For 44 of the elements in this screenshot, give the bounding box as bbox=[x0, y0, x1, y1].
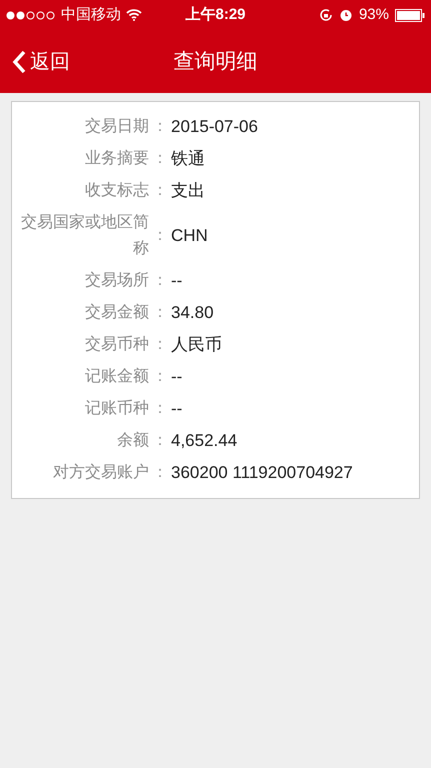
label-colon: ： bbox=[151, 226, 169, 246]
field-value: 铁通 bbox=[171, 148, 205, 170]
field-label: 记账币种 bbox=[84, 398, 149, 419]
battery-percentage: 93% bbox=[358, 4, 389, 25]
field-value: 支出 bbox=[171, 180, 205, 202]
label-colon: ： bbox=[151, 335, 169, 355]
battery-icon bbox=[395, 8, 425, 22]
field-value: 人民币 bbox=[171, 334, 222, 356]
field-value: -- bbox=[171, 270, 182, 292]
label-colon: ： bbox=[151, 271, 169, 291]
label-colon: ： bbox=[151, 149, 169, 169]
field-label: 交易场所 bbox=[84, 270, 149, 291]
label-colon: ： bbox=[151, 303, 169, 323]
page-title: 查询明细 bbox=[174, 48, 258, 75]
label-colon: ： bbox=[151, 463, 169, 483]
label-colon: ： bbox=[151, 399, 169, 419]
field-label: 交易日期 bbox=[84, 116, 149, 137]
field-label: 交易国家或地区简称 bbox=[20, 212, 149, 259]
status-time: 上午8:29 bbox=[185, 4, 246, 25]
back-chevron-icon bbox=[12, 50, 26, 74]
alarm-icon bbox=[338, 8, 353, 22]
signal-icon bbox=[6, 10, 56, 20]
label-colon: ： bbox=[151, 181, 169, 201]
field-value: 360200 1119200704927 bbox=[171, 462, 353, 484]
field-label: 对方交易账户 bbox=[52, 462, 149, 483]
rotation-lock-icon bbox=[318, 8, 333, 22]
field-label: 业务摘要 bbox=[84, 148, 149, 169]
field-label: 交易金额 bbox=[84, 302, 149, 323]
field-value: -- bbox=[171, 366, 182, 388]
field-label: 记账金额 bbox=[84, 366, 149, 387]
back-button[interactable]: 返回 bbox=[12, 46, 70, 76]
label-colon: ： bbox=[151, 117, 169, 137]
field-label: 交易币种 bbox=[84, 334, 149, 355]
field-value: 34.80 bbox=[171, 302, 214, 324]
field-label: 收支标志 bbox=[84, 180, 149, 201]
label-colon: ： bbox=[151, 367, 169, 387]
label-colon: ： bbox=[151, 431, 169, 451]
wifi-icon bbox=[126, 9, 142, 21]
field-value: 2015-07-06 bbox=[171, 116, 258, 138]
field-value: CHN bbox=[171, 225, 208, 248]
carrier-name: 中国移动 bbox=[61, 4, 121, 25]
field-value: -- bbox=[171, 398, 182, 420]
field-value: 4,652.44 bbox=[171, 430, 238, 452]
field-label: 余额 bbox=[116, 430, 149, 451]
